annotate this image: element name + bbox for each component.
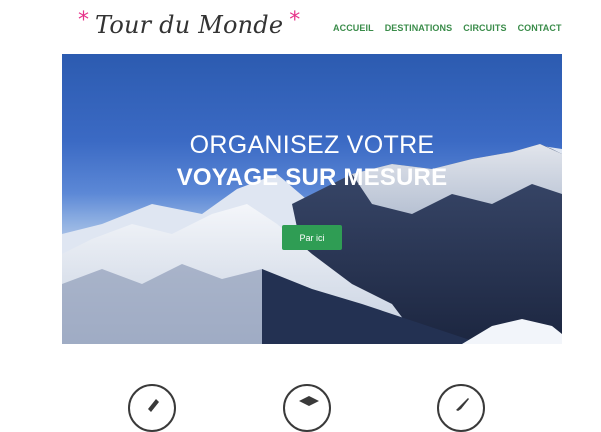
- hero-title-line2: VOYAGE SUR MESURE: [176, 164, 448, 191]
- site-logo[interactable]: * Tour du Monde *: [78, 8, 300, 42]
- hero-banner: ORGANISEZ VOTRE VOYAGE SUR MESURE Par ic…: [62, 54, 562, 344]
- nav-item-accueil[interactable]: ACCUEIL: [333, 23, 374, 33]
- nav-item-circuits[interactable]: CIRCUITS: [463, 23, 506, 33]
- logo-star-right-icon: *: [289, 8, 301, 33]
- site-header: * Tour du Monde * ACCUEIL DESTINATIONS C…: [0, 0, 601, 54]
- graduation-cap-glyph-icon: [299, 396, 319, 406]
- logo-star-left-icon: *: [78, 8, 89, 33]
- main-nav: ACCUEIL DESTINATIONS CIRCUITS CONTACT: [333, 23, 562, 33]
- plane-glyph-icon: [456, 398, 469, 411]
- pen-icon[interactable]: [128, 384, 176, 432]
- nav-item-destinations[interactable]: DESTINATIONS: [385, 23, 453, 33]
- nav-item-contact[interactable]: CONTACT: [518, 23, 562, 33]
- cta-button[interactable]: Par ici: [282, 225, 342, 250]
- plane-icon[interactable]: [437, 384, 485, 432]
- graduation-cap-icon[interactable]: [283, 384, 331, 432]
- pen-glyph-icon: [148, 399, 159, 412]
- mountain-background-image: [62, 144, 562, 344]
- logo-title: Tour du Monde: [95, 11, 284, 39]
- hero-title-line1: ORGANISEZ VOTRE: [189, 131, 435, 159]
- features-section: [0, 370, 601, 432]
